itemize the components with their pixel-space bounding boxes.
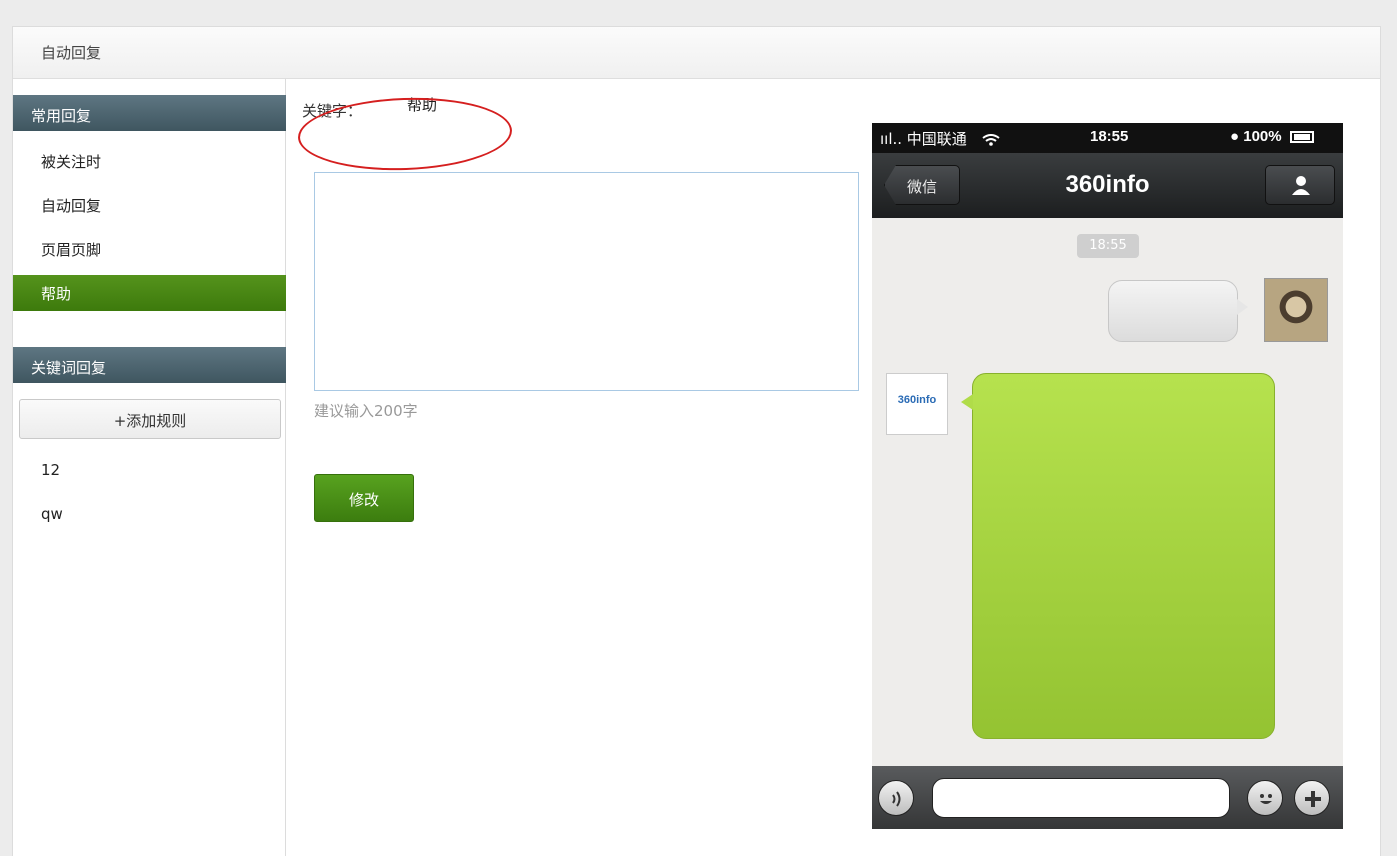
keyword-rule-item[interactable]: qw: [13, 497, 286, 533]
page-title: 自动回复: [41, 44, 102, 62]
chat-area: 18:55 360info: [872, 218, 1343, 766]
sidebar-item-on-follow[interactable]: 被关注时: [13, 143, 286, 179]
plus-icon: [1305, 791, 1321, 807]
status-time: 18:55: [1090, 128, 1129, 145]
smiley-icon: [1260, 794, 1272, 804]
voice-button[interactable]: [878, 780, 914, 816]
sidebar-item-auto-reply[interactable]: 自动回复: [13, 187, 286, 223]
person-icon: [1292, 176, 1310, 195]
modify-button[interactable]: 修改: [314, 474, 414, 522]
sidebar-header-keyword: 关键词回复: [13, 347, 286, 383]
battery-icon: [1289, 131, 1314, 144]
carrier-text: ııl.. 中国联通: [880, 130, 967, 148]
bot-avatar-logo: 360info: [886, 373, 948, 435]
voice-icon: [892, 791, 901, 807]
message-input[interactable]: [932, 778, 1230, 818]
carrier-label: ııl.. 中国联通: [880, 128, 1000, 149]
phone-nav-bar: 微信 360info: [872, 153, 1343, 218]
reply-message-bubble: [961, 373, 1275, 739]
char-limit-hint: 建议输入200字: [314, 402, 418, 420]
wifi-icon: [981, 133, 1000, 146]
sidebar-item-header-footer[interactable]: 页眉页脚: [13, 231, 286, 267]
phone-preview: ııl.. 中国联通 18:55 ● 100% 微信 360info 18:55…: [872, 123, 1343, 829]
sidebar-item-help[interactable]: 帮助: [13, 275, 286, 311]
sidebar: 常用回复 被关注时 自动回复 页眉页脚 帮助 关键词回复 +添加规则 12 qw: [13, 79, 286, 856]
sent-message-bubble: [1108, 280, 1248, 342]
battery-status: ● 100%: [1230, 128, 1314, 145]
user-avatar: [1264, 278, 1328, 342]
reply-content-input[interactable]: [314, 172, 859, 391]
more-button[interactable]: [1294, 780, 1330, 816]
emoji-button[interactable]: [1247, 780, 1283, 816]
message-time-badge: 18:55: [1077, 234, 1139, 258]
keyword-rule-item[interactable]: 12: [13, 453, 286, 489]
add-rule-button[interactable]: +添加规则: [19, 399, 281, 439]
page-header: 自动回复: [13, 27, 1380, 79]
sidebar-header-common: 常用回复: [13, 95, 286, 131]
profile-button[interactable]: [1265, 165, 1335, 205]
phone-input-bar: [872, 766, 1343, 829]
battery-text: ● 100%: [1230, 128, 1282, 145]
phone-status-bar: ııl.. 中国联通 18:55 ● 100%: [872, 123, 1343, 153]
